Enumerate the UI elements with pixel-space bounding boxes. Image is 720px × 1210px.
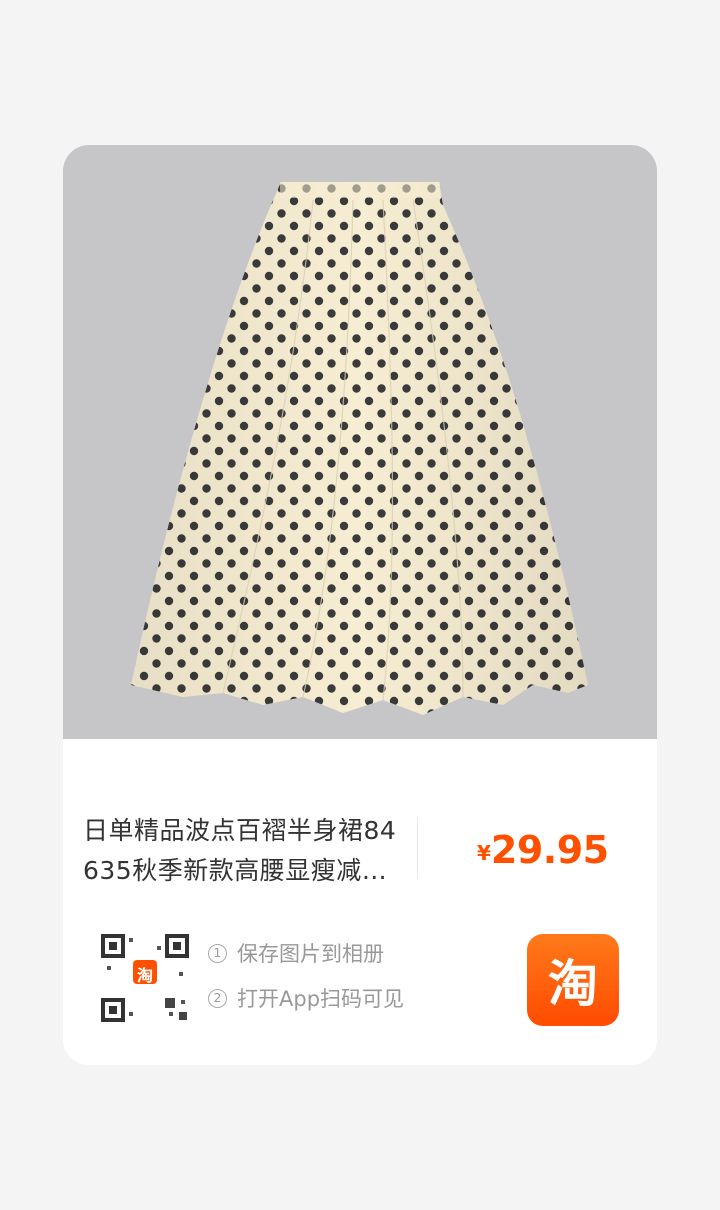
- price-currency: ¥: [477, 841, 491, 865]
- instruction-text-2: 打开App扫码可见: [237, 987, 405, 1011]
- product-image[interactable]: [63, 145, 657, 739]
- instruction-step-1: 1 保存图片到相册: [208, 938, 404, 968]
- share-card: 日单精品波点百褶半身裙84635秋季新款高腰显瘦减龄中长款A字裙 ¥29.95: [63, 145, 657, 1065]
- qr-center-logo: 淘: [136, 966, 153, 985]
- product-title[interactable]: 日单精品波点百褶半身裙84635秋季新款高腰显瘦减龄中长款A字裙: [83, 811, 401, 891]
- taobao-app-icon[interactable]: 淘: [527, 934, 619, 1026]
- taobao-logo-text: 淘: [548, 955, 598, 1013]
- step-number-1: 1: [208, 943, 227, 963]
- step-number-2: 2: [208, 988, 227, 1008]
- instruction-step-2: 2 打开App扫码可见: [208, 983, 404, 1013]
- instruction-text-1: 保存图片到相册: [237, 942, 384, 966]
- product-price: ¥29.95: [477, 828, 609, 872]
- divider: [417, 817, 418, 879]
- price-value: 29.95: [490, 828, 609, 872]
- scan-instructions: 1 保存图片到相册 2 打开App扫码可见: [208, 938, 404, 1028]
- skirt-illustration: [131, 182, 588, 715]
